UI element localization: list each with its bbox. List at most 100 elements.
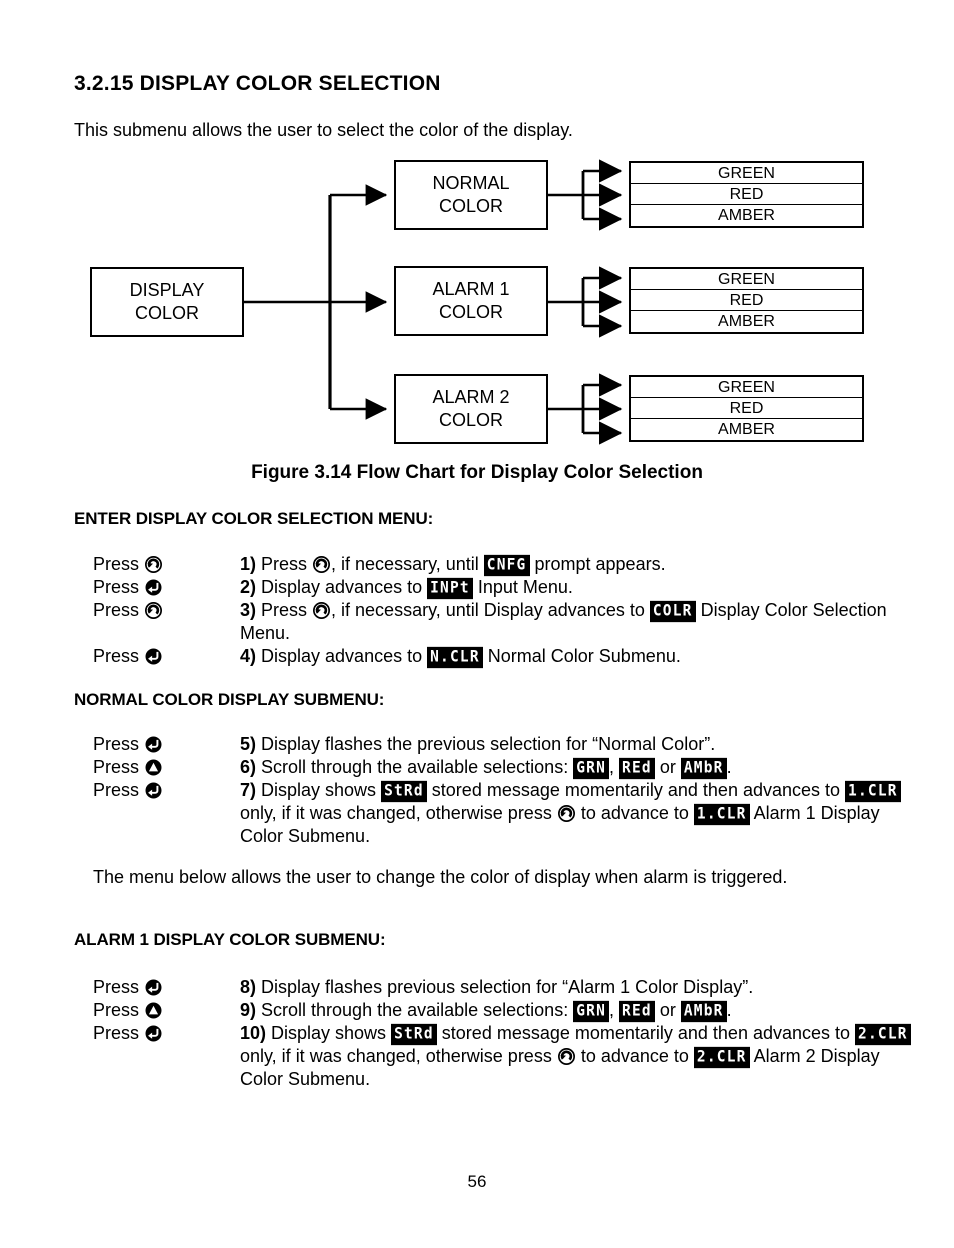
press-label: Press	[93, 977, 145, 997]
press-label: Press	[93, 780, 145, 800]
flow-box-line1: ALARM 1	[432, 279, 510, 299]
lcd-display-code: 1.CLR	[845, 780, 901, 803]
press-key-cell: Press	[93, 999, 240, 1022]
step-number: 2)	[240, 577, 257, 597]
press-label: Press	[93, 757, 145, 777]
instruction-row: Press 5) Display flashes the previous se…	[93, 733, 913, 756]
flow-box-normal-color: NORMAL COLOR	[394, 160, 548, 230]
heading-normal-color-submenu: NORMAL COLOR DISPLAY SUBMENU:	[74, 690, 385, 709]
lcd-display-code: GRN	[573, 1000, 609, 1023]
lcd-display-code: 1.CLR	[693, 803, 750, 826]
flow-box-line1: DISPLAY	[129, 280, 205, 300]
instruction-block-normal-color: Press 5) Display flashes the previous se…	[93, 733, 913, 848]
flow-option-row: RED	[631, 398, 862, 419]
press-key-cell: Press	[93, 576, 240, 599]
flow-options-alarm2-color: GREEN RED AMBER	[629, 375, 864, 442]
circled-return-enter-icon-key	[145, 1025, 162, 1042]
instruction-row: Press 7) Display shows StRd stored messa…	[93, 779, 913, 848]
circled-arrow-advance-icon-key	[145, 602, 163, 619]
circled-return-enter-icon-key	[145, 736, 162, 753]
document-page: 3.2.15 DISPLAY COLOR SELECTION This subm…	[0, 0, 954, 1248]
instruction-row: Press 8) Display flashes previous select…	[93, 976, 913, 999]
circled-return-enter-icon-key	[145, 782, 162, 799]
step-number: 5)	[240, 734, 257, 754]
instruction-text: 6) Scroll through the available selectio…	[240, 756, 913, 780]
step-number: 6)	[240, 757, 257, 777]
flow-box-line2: COLOR	[438, 302, 503, 322]
press-label: Press	[93, 554, 145, 574]
instruction-text: 10) Display shows StRd stored message mo…	[240, 1022, 913, 1091]
flow-box-line1: NORMAL	[432, 173, 510, 193]
intro-paragraph: This submenu allows the user to select t…	[74, 120, 573, 140]
instruction-text: 1) Press , if necessary, until CNFG prom…	[240, 553, 913, 577]
flow-option-row: AMBER	[718, 207, 775, 224]
press-key-cell: Press	[93, 756, 240, 779]
instruction-block-alarm1-color: Press 8) Display flashes previous select…	[93, 976, 913, 1091]
circled-arrow-advance-icon-inline	[557, 805, 575, 822]
lcd-display-code: StRd	[381, 780, 427, 803]
circled-return-enter-icon-key	[145, 579, 162, 596]
step-number: 3)	[240, 600, 257, 620]
flow-box-display-color: DISPLAY COLOR	[90, 267, 244, 337]
lcd-display-code: AMbR	[680, 1000, 727, 1023]
flow-option-row: GREEN	[631, 269, 862, 290]
lcd-display-code: 2.CLR	[693, 1046, 750, 1069]
press-label: Press	[93, 1000, 145, 1020]
flow-box-line2: COLOR	[134, 303, 199, 323]
circled-arrow-advance-icon-inline	[557, 1048, 575, 1065]
press-key-cell: Press	[93, 599, 240, 622]
press-key-cell: Press	[93, 733, 240, 756]
instruction-row: Press 9) Scroll through the available se…	[93, 999, 913, 1023]
alarm-intro-paragraph: The menu below allows the user to change…	[93, 867, 788, 887]
press-key-cell: Press	[93, 976, 240, 999]
instruction-row: Press 2) Display advances to INPt Input …	[93, 576, 913, 600]
lcd-display-code: REd	[619, 757, 655, 780]
flow-box-line2: COLOR	[438, 410, 503, 430]
step-number: 9)	[240, 1000, 257, 1020]
instruction-row: Press 1) Press , if necessary, until CNF…	[93, 553, 913, 577]
instruction-text: 9) Scroll through the available selectio…	[240, 999, 913, 1023]
flow-box-line2: COLOR	[438, 196, 503, 216]
flow-options-alarm1-color: GREEN RED AMBER	[629, 267, 864, 334]
flow-box-alarm1-color: ALARM 1 COLOR	[394, 266, 548, 336]
lcd-display-code: COLR	[649, 600, 696, 623]
step-number: 1)	[240, 554, 257, 574]
flow-option-row: AMBER	[718, 313, 775, 330]
instruction-row: Press 3) Press , if necessary, until Dis…	[93, 599, 913, 645]
instruction-row: Press 10) Display shows StRd stored mess…	[93, 1022, 913, 1091]
flow-box-alarm2-color: ALARM 2 COLOR	[394, 374, 548, 444]
press-key-cell: Press	[93, 645, 240, 668]
heading-alarm1-color-submenu: ALARM 1 DISPLAY COLOR SUBMENU:	[74, 930, 386, 949]
press-label: Press	[93, 646, 145, 666]
circled-return-enter-icon-key	[145, 648, 162, 665]
instruction-text: 7) Display shows StRd stored message mom…	[240, 779, 913, 848]
circled-up-arrow-icon-key	[145, 1002, 162, 1019]
page-number: 56	[467, 1172, 487, 1191]
instruction-text: 8) Display flashes previous selection fo…	[240, 977, 754, 997]
press-label: Press	[93, 600, 145, 620]
circled-return-enter-icon-key	[145, 979, 162, 996]
flow-option-row: RED	[631, 290, 862, 311]
press-label: Press	[93, 734, 145, 754]
press-key-cell: Press	[93, 553, 240, 576]
lcd-display-code: 2.CLR	[855, 1023, 911, 1046]
flow-option-row: GREEN	[631, 163, 862, 184]
instruction-text: 3) Press , if necessary, until Display a…	[240, 600, 887, 643]
instruction-row: Press 4) Display advances to N.CLR Norma…	[93, 645, 913, 669]
press-label: Press	[93, 577, 145, 597]
instruction-block-enter-menu: Press 1) Press , if necessary, until CNF…	[93, 553, 913, 669]
flow-option-row: RED	[631, 184, 862, 205]
flow-option-row: GREEN	[631, 377, 862, 398]
step-number: 8)	[240, 977, 257, 997]
heading-enter-menu: ENTER DISPLAY COLOR SELECTION MENU:	[74, 509, 434, 528]
step-number: 10)	[240, 1023, 267, 1043]
lcd-display-code: INPt	[427, 577, 473, 600]
lcd-display-code: N.CLR	[427, 646, 483, 669]
instruction-text: 5) Display flashes the previous selectio…	[240, 734, 716, 754]
lcd-display-code: CNFG	[483, 554, 530, 577]
press-key-cell: Press	[93, 1022, 240, 1045]
flow-chart: DISPLAY COLOR NORMAL COLOR ALARM 1 COLOR…	[0, 150, 954, 455]
instruction-text: 2) Display advances to INPt Input Menu.	[240, 576, 913, 600]
flow-box-line1: ALARM 2	[432, 387, 510, 407]
flow-option-row: AMBER	[718, 421, 775, 438]
